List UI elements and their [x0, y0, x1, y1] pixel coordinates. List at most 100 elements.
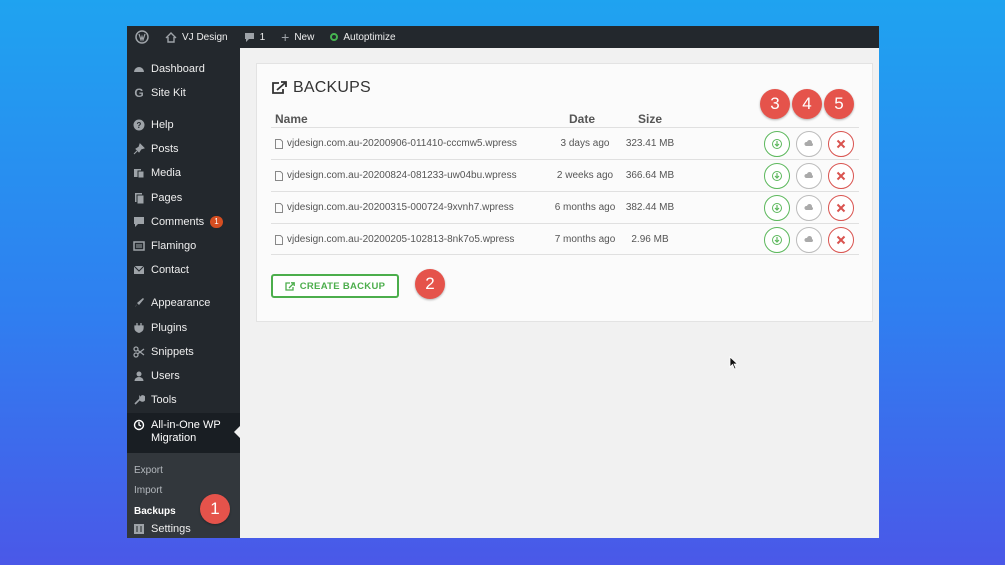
sidebar-item-users[interactable]: Users	[127, 365, 240, 387]
comments-count: 1	[259, 31, 266, 43]
comments-badge: 1	[210, 216, 223, 228]
page-title-text: BACKUPS	[293, 79, 371, 96]
sidebar-item-flamingo[interactable]: Flamingo	[127, 235, 240, 257]
callout-badge: 2	[415, 269, 445, 299]
download-button[interactable]	[764, 163, 790, 189]
sidebar-item-site-kit[interactable]: G Site Kit	[127, 82, 240, 104]
file-icon	[275, 138, 283, 149]
backup-size-cell: 382.44 MB	[625, 202, 675, 213]
new-label: New	[294, 31, 315, 43]
restore-button[interactable]	[796, 163, 822, 189]
plus-icon: +	[281, 29, 290, 45]
create-backup-button[interactable]: CREATE BACKUP	[271, 274, 399, 298]
pin-icon	[127, 143, 151, 155]
migration-icon	[127, 419, 151, 431]
delete-button[interactable]	[828, 163, 854, 189]
sidebar-item-pages[interactable]: Pages	[127, 187, 240, 209]
file-icon	[275, 202, 283, 213]
sidebar-item-comments[interactable]: Comments 1	[127, 211, 240, 233]
flamingo-icon	[127, 240, 151, 252]
file-icon	[275, 234, 283, 245]
wordpress-logo-icon[interactable]	[127, 26, 157, 48]
export-icon	[272, 81, 287, 94]
download-icon	[772, 171, 782, 181]
sidebar-item-snippets[interactable]: Snippets	[127, 341, 240, 363]
admin-sidebar: Dashboard G Site Kit ? Help Posts Media …	[127, 48, 240, 538]
backup-date-cell: 6 months ago	[554, 202, 616, 213]
mouse-cursor-icon	[729, 356, 739, 370]
migration-label-line2: Migration	[151, 432, 197, 444]
delete-button[interactable]	[828, 227, 854, 253]
file-icon	[275, 170, 283, 181]
submenu-item-import[interactable]: Import	[134, 485, 162, 496]
user-icon	[127, 370, 151, 382]
backup-date-cell: 3 days ago	[560, 138, 610, 149]
callout-badge: 4	[792, 89, 822, 119]
sidebar-item-posts[interactable]: Posts	[127, 138, 240, 160]
settings-icon	[127, 523, 151, 535]
sidebar-item-media[interactable]: Media	[127, 162, 240, 184]
current-menu-arrow	[234, 426, 240, 438]
new-content-link[interactable]: + New	[273, 26, 322, 48]
cloud-upload-icon	[804, 235, 814, 242]
download-button[interactable]	[764, 227, 790, 253]
sidebar-item-plugins[interactable]: Plugins	[127, 317, 240, 339]
submenu-item-backups[interactable]: Backups	[134, 506, 176, 517]
backup-name-cell: vjdesign.com.au-20200824-081233-uw04bu.w…	[275, 170, 517, 181]
sidebar-item-appearance[interactable]: Appearance	[127, 292, 240, 314]
close-icon	[836, 235, 846, 245]
brush-icon	[127, 297, 151, 309]
table-row: vjdesign.com.au-20200906-011410-cccmw5.w…	[271, 127, 859, 159]
site-name: VJ Design	[182, 31, 228, 43]
backup-size-cell: 2.96 MB	[631, 234, 669, 245]
restore-button[interactable]	[796, 227, 822, 253]
google-icon: G	[134, 86, 144, 100]
autoptimize-link[interactable]: Autoptimize	[322, 26, 403, 48]
sidebar-item-dashboard[interactable]: Dashboard	[127, 58, 240, 80]
callout-badge: 1	[200, 494, 230, 524]
sidebar-item-tools[interactable]: Tools	[127, 389, 240, 411]
scissors-icon	[127, 346, 151, 358]
column-header-name: Name	[275, 112, 308, 126]
comment-bubble-icon	[244, 32, 254, 42]
callout-badge: 3	[760, 89, 790, 119]
backup-name-cell: vjdesign.com.au-20200906-011410-cccmw5.w…	[275, 138, 517, 149]
download-button[interactable]	[764, 195, 790, 221]
create-backup-label: CREATE BACKUP	[299, 280, 386, 292]
autoptimize-label: Autoptimize	[343, 31, 396, 43]
migration-label-line1: All-in-One WP	[151, 419, 221, 431]
table-row: vjdesign.com.au-20200315-000724-9xvnh7.w…	[271, 191, 859, 223]
delete-button[interactable]	[828, 131, 854, 157]
svg-text:?: ?	[137, 121, 142, 130]
column-header-size: Size	[638, 112, 663, 126]
admin-bar: VJ Design 1 + New Autoptimize	[127, 26, 879, 48]
cloud-upload-icon	[804, 171, 814, 178]
backup-size-cell: 323.41 MB	[625, 138, 675, 149]
help-icon: ?	[127, 119, 151, 131]
status-dot-icon	[330, 33, 339, 41]
home-icon	[165, 31, 177, 43]
site-name-link[interactable]: VJ Design	[157, 26, 236, 48]
backup-date-cell: 2 weeks ago	[556, 170, 614, 181]
restore-button[interactable]	[796, 131, 822, 157]
download-icon	[772, 235, 782, 245]
submenu-item-export[interactable]: Export	[134, 465, 163, 476]
download-button[interactable]	[764, 131, 790, 157]
comment-icon	[127, 216, 151, 228]
mail-icon	[127, 264, 151, 276]
media-icon	[127, 167, 151, 179]
backup-size-cell: 366.64 MB	[625, 170, 675, 181]
restore-button[interactable]	[796, 195, 822, 221]
sidebar-item-all-in-one-wp-migration[interactable]: All-in-One WP Migration	[127, 413, 240, 453]
download-icon	[772, 203, 782, 213]
delete-button[interactable]	[828, 195, 854, 221]
sidebar-item-contact[interactable]: Contact	[127, 259, 240, 281]
backup-name-cell: vjdesign.com.au-20200315-000724-9xvnh7.w…	[275, 202, 514, 213]
page-title: BACKUPS	[271, 79, 371, 97]
sidebar-item-help[interactable]: ? Help	[127, 114, 240, 136]
comments-link[interactable]: 1	[236, 26, 274, 48]
backup-date-cell: 7 months ago	[554, 234, 616, 245]
table-row: vjdesign.com.au-20200824-081233-uw04bu.w…	[271, 159, 859, 191]
dashboard-icon	[127, 63, 151, 75]
download-icon	[772, 139, 782, 149]
